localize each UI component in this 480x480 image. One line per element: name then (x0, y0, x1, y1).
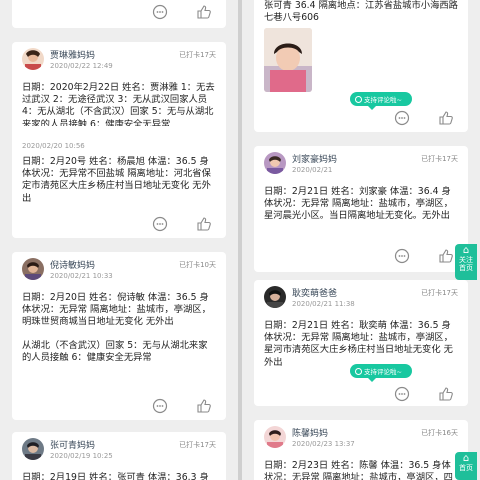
home-icon: ⌂ (462, 453, 470, 464)
feed-card: 从湖北（不含武汉）回家 5：无与从湖北来家的人员接触 6：健康安全无异常 (12, 338, 226, 420)
comment-icon[interactable] (394, 110, 410, 126)
author-name[interactable]: 陈馨妈妈 (292, 426, 328, 439)
like-icon[interactable] (438, 110, 454, 126)
feed-card-top (12, 0, 226, 28)
card-header: 刘家豪妈妈 2020/02/21 已打卡17天 (254, 146, 468, 186)
post-text: 日期：2月21日 姓名：耿奕萌 体温：36.5 身体状况：无异常 隔离地址：盐城… (264, 320, 453, 368)
post-date: 2020/02/19 10:25 (50, 452, 113, 460)
card-header: 耿奕萌爸爸 2020/02/21 11:38 已打卡17天 (254, 280, 468, 320)
card-header: 贾琳雅妈妈 2020/02/22 12:49 已打卡17天 (12, 42, 226, 82)
post-date: 2020/02/22 12:49 (50, 62, 113, 70)
post-text: 日期：2月20日 姓名：倪诗敏 体温：36.5 身体状况：无异常 隔离地址：盐城… (22, 292, 211, 328)
feed-card: 耿奕萌爸爸 2020/02/21 11:38 已打卡17天 日期：2月21日 姓… (254, 280, 468, 406)
card-actions (12, 0, 226, 26)
checkin-badge: 已打卡17天 (421, 155, 458, 163)
author-name[interactable]: 张可青妈妈 (50, 438, 95, 451)
like-icon[interactable] (196, 216, 212, 232)
side-tab-label: 关注 (459, 256, 473, 264)
home-tab[interactable]: ⌂ 首页 (455, 452, 477, 480)
feed-card: 2020/02/20 10:56 日期：2月20号 姓名：杨晨旭 体温：36.5… (12, 126, 226, 238)
post-text: 日期：2月20号 姓名：杨晨旭 体温：36.5 身体状况：无异常不回盐城 隔离地… (22, 156, 211, 204)
card-actions (254, 242, 468, 270)
side-tab-label: 首页 (459, 464, 473, 472)
feed-card: 刘家豪妈妈 2020/02/21 已打卡17天 日期：2月21日 姓名：刘家豪 … (254, 146, 468, 272)
side-tab-label: 首页 (459, 264, 473, 272)
avatar[interactable] (264, 286, 286, 308)
follow-home-tab[interactable]: ⌂ 关注 首页 (455, 244, 477, 280)
feed-card: 张可青 36.4 隔离地点：江苏省盐城市小海西路七巷八号606 (254, 0, 468, 132)
author-name[interactable]: 刘家豪妈妈 (292, 152, 337, 165)
feed-card: 张可青妈妈 2020/02/19 10:25 已打卡17天 日期：2月19日 姓… (12, 432, 226, 480)
comment-support-tooltip[interactable]: 支持评论啦~ (350, 364, 412, 382)
avatar[interactable] (22, 48, 44, 70)
avatar[interactable] (264, 426, 286, 448)
author-name[interactable]: 贾琳雅妈妈 (50, 48, 95, 61)
post-text: 日期：2020年2月22日 姓名：贾淋雅 1：无去过武汉 2：无途径武汉 3：无… (22, 82, 215, 130)
like-icon[interactable] (196, 398, 212, 414)
card-header: 张可青妈妈 2020/02/19 10:25 已打卡17天 (12, 432, 226, 472)
author-name[interactable]: 倪诗敏妈妈 (50, 258, 95, 271)
card-actions (254, 104, 468, 132)
comment-icon[interactable] (152, 4, 168, 20)
post-date: 2020/02/21 (292, 166, 333, 174)
card-header: 2020/02/20 10:56 (12, 126, 226, 150)
avatar[interactable] (264, 152, 286, 174)
avatar[interactable] (22, 438, 44, 460)
home-icon: ⌂ (462, 245, 470, 256)
avatar[interactable] (22, 258, 44, 280)
card-header: 陈馨妈妈 2020/02/23 13:37 已打卡16天 (254, 420, 468, 460)
checkin-badge: 已打卡10天 (179, 261, 216, 269)
like-icon[interactable] (438, 386, 454, 402)
comment-support-tooltip[interactable]: 支持评论啦~ (350, 92, 412, 110)
comment-icon[interactable] (152, 216, 168, 232)
checkin-badge: 已打卡17天 (179, 441, 216, 449)
post-text: 日期：2月21日 姓名：刘家豪 体温：36.4 身体状况：无异常 隔离地址：盐城… (264, 186, 453, 222)
post-date: 2020/02/20 10:56 (22, 142, 85, 150)
left-feed-column[interactable]: 贾琳雅妈妈 2020/02/22 12:49 已打卡17天 日期：2020年2月… (0, 0, 238, 480)
card-actions (12, 392, 226, 420)
feed-card: 陈馨妈妈 2020/02/23 13:37 已打卡16天 日期：2月23日 姓名… (254, 420, 468, 480)
post-text: 日期：2月19日 姓名：张可青 体温：36.3 身体状 (22, 472, 209, 480)
card-actions (254, 380, 468, 406)
post-text: 从湖北（不含武汉）回家 5：无与从湖北来家的人员接触 6：健康安全无异常 (22, 340, 208, 364)
checkin-badge: 已打卡16天 (421, 429, 458, 437)
card-header: 倪诗敏妈妈 2020/02/21 10:33 已打卡10天 (12, 252, 226, 292)
post-text: 张可青 36.4 隔离地点：江苏省盐城市小海西路七巷八号606 (264, 0, 458, 24)
comment-icon[interactable] (394, 248, 410, 264)
like-icon[interactable] (196, 4, 212, 20)
right-feed-column[interactable]: 张可青 36.4 隔离地点：江苏省盐城市小海西路七巷八号606 支持评论啦~ 刘… (242, 0, 480, 480)
post-date: 2020/02/23 13:37 (292, 440, 355, 448)
like-icon[interactable] (438, 248, 454, 264)
post-text: 日期：2月23日 姓名：陈馨 体温：36.5 身体状况：无异常 隔离地址：盐城市… (264, 460, 453, 480)
post-photo[interactable] (264, 28, 312, 93)
author-name[interactable]: 耿奕萌爸爸 (292, 286, 337, 299)
card-actions (12, 210, 226, 238)
checkin-badge: 已打卡17天 (179, 51, 216, 59)
post-date: 2020/02/21 10:33 (50, 272, 113, 280)
comment-icon[interactable] (394, 386, 410, 402)
comment-icon[interactable] (152, 398, 168, 414)
checkin-badge: 已打卡17天 (421, 289, 458, 297)
post-date: 2020/02/21 11:38 (292, 300, 355, 308)
